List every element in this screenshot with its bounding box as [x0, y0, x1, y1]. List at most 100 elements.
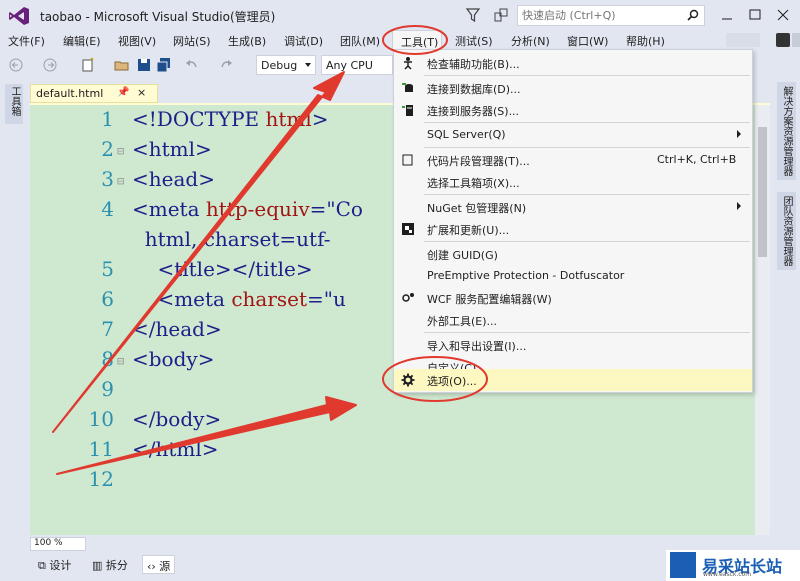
menu-item-label: NuGet 包管理器(N): [427, 202, 527, 215]
code-token: html: [144, 227, 191, 251]
tab-solution-explorer[interactable]: 解决方案资源管理器: [777, 82, 796, 180]
menu-item-extensions[interactable]: 扩展和更新(U)...: [394, 218, 752, 240]
menu-item-sql-server[interactable]: SQL Server(Q): [394, 124, 752, 146]
source-icon: ‹›: [147, 560, 160, 573]
close-tab-icon[interactable]: ×: [137, 86, 146, 99]
menu-team[interactable]: 团队(M): [340, 33, 380, 49]
code-token: charset: [231, 287, 308, 311]
menu-website[interactable]: 网站(S): [173, 33, 211, 49]
line-number: 5: [101, 257, 114, 281]
minimize-icon[interactable]: [714, 6, 740, 24]
code-token: <head>: [132, 167, 215, 191]
menu-debug[interactable]: 调试(D): [284, 33, 323, 49]
code-token: , charset=utf-: [191, 227, 331, 251]
code-line: </body>: [132, 407, 221, 431]
notification-filter-icon[interactable]: [466, 7, 480, 23]
quick-launch-input[interactable]: [518, 6, 684, 25]
menu-item-label: 导入和导出设置(I)...: [427, 340, 527, 353]
menu-item-label: 选项(O)...: [427, 375, 477, 388]
code-line: </head>: [132, 317, 222, 341]
platform-value: Any CPU: [326, 59, 373, 72]
code-line: <!DOCTYPE html>: [132, 107, 329, 131]
fold-toggle-icon[interactable]: ⊟: [117, 174, 124, 188]
menu-item-nuget[interactable]: NuGet 包管理器(N): [394, 196, 752, 218]
tab-source-label: 源: [159, 560, 171, 573]
configuration-select[interactable]: Debug: [256, 55, 316, 75]
avatar[interactable]: [776, 33, 790, 47]
navigate-forward-icon[interactable]: [42, 57, 58, 73]
menu-analyze[interactable]: 分析(N): [511, 33, 550, 49]
fold-toggle-icon[interactable]: ⊟: [117, 354, 124, 368]
configuration-value: Debug: [261, 59, 298, 72]
menu-item-label: WCF 服务配置编辑器(W): [427, 293, 552, 306]
quick-launch-box[interactable]: [517, 5, 705, 26]
menu-item-wcf-editor[interactable]: WCF 服务配置编辑器(W): [394, 287, 752, 309]
new-project-icon[interactable]: [80, 57, 96, 73]
line-number: 2: [101, 137, 114, 161]
menu-item-create-guid[interactable]: 创建 GUID(G): [394, 243, 752, 265]
scroll-thumb[interactable]: [758, 127, 767, 257]
tab-source[interactable]: ‹› 源: [142, 555, 176, 574]
navigate-back-icon[interactable]: [8, 57, 24, 73]
menu-item-options[interactable]: 选项(O)...: [394, 369, 752, 391]
tab-split[interactable]: ▥ 拆分: [88, 555, 132, 574]
feedback-icon[interactable]: [493, 7, 509, 23]
menu-item-choose-toolbox-items[interactable]: 选择工具箱项(X)...: [394, 171, 752, 193]
menu-item-external-tools[interactable]: 外部工具(E)...: [394, 309, 752, 331]
menu-tools[interactable]: 工具(T): [392, 30, 442, 50]
code-line: html, charset=utf-: [132, 227, 331, 251]
close-window-icon[interactable]: [770, 6, 796, 24]
tab-design[interactable]: ⧉ 设计: [34, 555, 75, 574]
redo-icon[interactable]: [218, 57, 234, 73]
menu-edit[interactable]: 编辑(E): [63, 33, 101, 49]
line-number: 4: [101, 197, 114, 221]
menu-separator: [424, 122, 750, 123]
menu-item-connect-server[interactable]: 连接到服务器(S)...: [394, 99, 752, 121]
line-number: 1: [101, 107, 114, 131]
undo-icon[interactable]: [184, 57, 200, 73]
fold-toggle-icon[interactable]: ⊟: [117, 144, 124, 158]
menu-item-connect-database[interactable]: 连接到数据库(D)...: [394, 77, 752, 99]
menu-view[interactable]: 视图(V): [118, 33, 156, 49]
menu-item-accessibility[interactable]: 检查辅助功能(B)...: [394, 52, 752, 74]
menu-item-label: 连接到数据库(D)...: [427, 83, 521, 96]
menu-window[interactable]: 窗口(W): [567, 33, 608, 49]
tab-team-explorer[interactable]: 团队资源管理器: [777, 192, 796, 270]
editor-scrollbar[interactable]: [755, 105, 770, 535]
menu-build[interactable]: 生成(B): [228, 33, 266, 49]
snippet-icon: [402, 154, 413, 166]
tab-default-html[interactable]: default.html 📌 ×: [30, 84, 158, 103]
save-all-icon[interactable]: [156, 57, 172, 73]
code-token: ="u: [307, 287, 346, 311]
submenu-arrow-icon: [737, 130, 741, 138]
account-area[interactable]: [726, 33, 760, 47]
server-icon: [402, 105, 413, 116]
code-token: http-equiv: [205, 197, 310, 221]
menu-help[interactable]: 帮助(H): [626, 33, 665, 49]
tab-label: default.html: [36, 87, 104, 100]
code-token: </body>: [132, 407, 222, 431]
search-icon[interactable]: [687, 9, 699, 21]
maximize-icon[interactable]: [742, 6, 768, 24]
wcf-icon: [402, 293, 414, 302]
menu-test[interactable]: 测试(S): [455, 33, 493, 49]
menu-item-import-export[interactable]: 导入和导出设置(I)...: [394, 334, 752, 356]
menu-file[interactable]: 文件(F): [8, 33, 45, 49]
open-file-icon[interactable]: [114, 57, 130, 73]
platform-select[interactable]: Any CPU: [321, 55, 393, 75]
right-dock: 解决方案资源管理器 团队资源管理器: [774, 80, 800, 540]
chevron-down-icon: [305, 63, 311, 67]
menu-item-code-snippets[interactable]: 代码片段管理器(T)... Ctrl+K, Ctrl+B: [394, 149, 752, 171]
code-line: </html>: [132, 437, 219, 461]
tools-dropdown-menu: 检查辅助功能(B)... 连接到数据库(D)... 连接到服务器(S)... S…: [393, 49, 753, 393]
pin-icon[interactable]: 📌: [117, 87, 129, 98]
menu-separator: [424, 241, 750, 242]
menu-item-dotfuscator[interactable]: PreEmptive Protection - Dotfuscator: [394, 265, 752, 287]
save-icon[interactable]: [136, 57, 152, 73]
code-token: >: [311, 107, 329, 131]
menu-item-shortcut: Ctrl+K, Ctrl+B: [657, 153, 737, 166]
zoom-select[interactable]: 100 %: [30, 537, 86, 551]
